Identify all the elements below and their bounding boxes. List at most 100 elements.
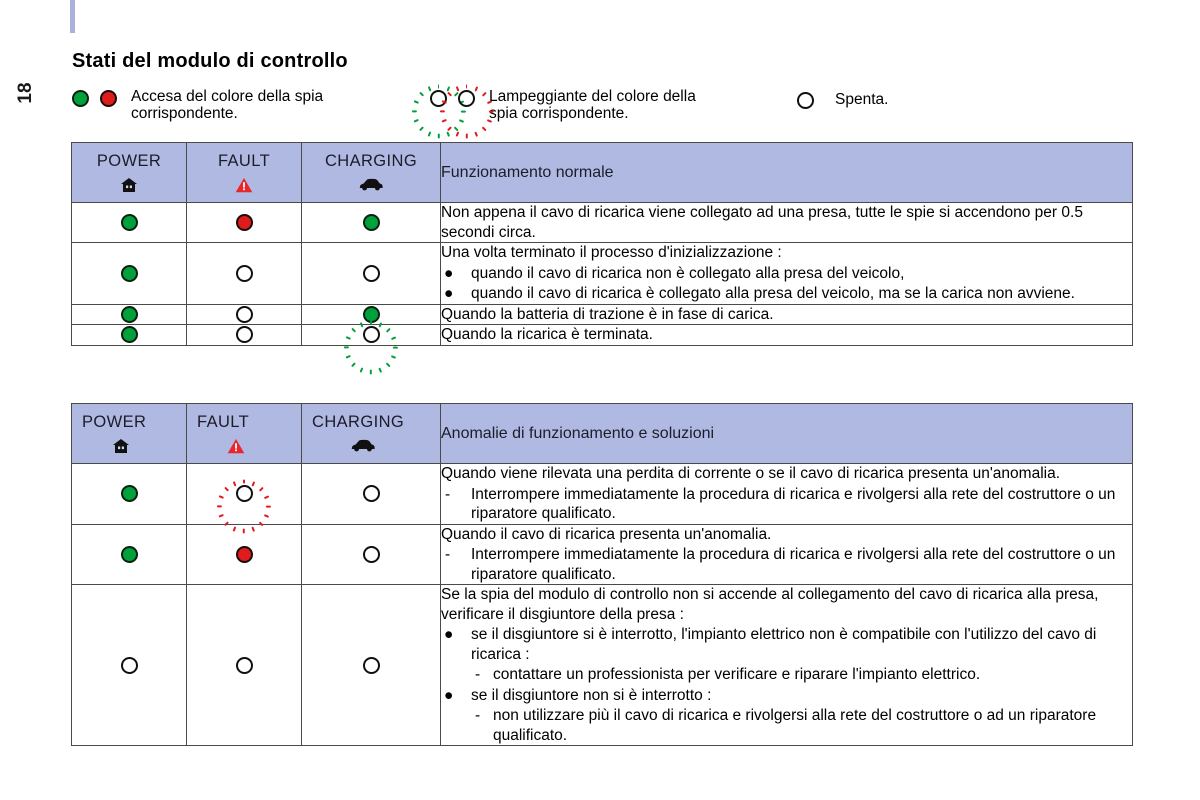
state-indicator-charging: [302, 545, 440, 563]
lamp-bulb: [362, 264, 380, 282]
bullet-text: Interrompere immediatamente la procedura…: [471, 546, 1116, 583]
header-cell-charging: CHARGING: [301, 403, 441, 464]
lamp-off: [362, 545, 380, 563]
legend-item-flashing: Lampeggiante del colore della spia corri…: [411, 84, 696, 139]
bullet-text: se il disgiuntore non si è interrotto :: [471, 686, 712, 704]
description-bullet: - contattare un professionista per verifi…: [441, 665, 1132, 685]
state-indicator-fault: [187, 479, 301, 534]
bullet-marker-icon: ●: [444, 686, 454, 704]
legend-lamps-steady: [72, 88, 117, 107]
state-cell-power: [71, 303, 187, 325]
state-cell-fault: [186, 303, 302, 325]
lamp-bulb: [362, 545, 380, 563]
bullet-text: se il disgiuntore si è interrotto, l'imp…: [471, 626, 1097, 663]
legend-lamps-flashing: [411, 84, 494, 139]
lamp-off: [235, 326, 253, 344]
state-cell-power: [71, 202, 187, 243]
state-indicator-charging: [302, 264, 440, 282]
lamp-bulb: [235, 305, 253, 323]
lamp-off: [362, 656, 380, 674]
lamp-red: [235, 214, 253, 231]
lamp-bulb: [72, 90, 89, 107]
header-cell-fault: FAULT: [186, 142, 302, 203]
state-indicator-charging: [302, 320, 440, 375]
lamp-green: [120, 264, 138, 282]
state-cell-fault: [186, 463, 302, 534]
lamp-bulb: [120, 264, 138, 282]
header-label-charging: CHARGING: [324, 152, 418, 170]
header-cell-charging: CHARGING: [301, 142, 441, 203]
car-icon: [312, 438, 436, 455]
bullet-marker-icon: ●: [444, 264, 454, 282]
lamp-green: [120, 214, 138, 231]
table-row: Se la spia del modulo di controllo non s…: [71, 584, 1133, 746]
lamp-bulb: [235, 326, 253, 344]
lamp-off: [362, 264, 380, 282]
state-indicator-fault: [187, 264, 301, 282]
state-indicator-power: [72, 545, 186, 563]
state-cell-power: [71, 584, 187, 746]
table-header-row: POWER FAULT CH: [71, 403, 1133, 464]
state-cell-charging: [301, 584, 441, 746]
lamp-off: [235, 305, 253, 323]
header-label-power: POWER: [96, 152, 162, 170]
state-cell-charging: [301, 463, 441, 525]
bullet-text: non utilizzare più il cavo di ricarica e…: [493, 707, 1097, 744]
page-title: Stati del modulo di controllo: [72, 50, 348, 72]
bullet-text: quando il cavo di ricarica non è collega…: [471, 264, 905, 282]
description-lead: Se la spia del modulo di controllo non s…: [441, 586, 1099, 623]
bullet-marker-icon: ●: [444, 626, 454, 643]
lamp-bulb: [120, 326, 138, 344]
table-row: Quando il cavo di ricarica presenta un'a…: [71, 523, 1133, 585]
header-cell-fault: FAULT: [186, 403, 302, 464]
state-cell-power: [71, 242, 187, 305]
control-module-fault-states-table: POWER FAULT CHARGING Anomalie di funzion…: [71, 403, 1133, 746]
house-icon: [76, 177, 182, 194]
state-cell-charging: [301, 523, 441, 585]
lamp-green: [120, 485, 138, 503]
state-indicator-power: [72, 326, 186, 344]
house-icon: [82, 438, 182, 455]
description-cell: Se la spia del modulo di controllo non s…: [440, 584, 1133, 746]
header-label-charging: CHARGING: [312, 413, 405, 431]
header-cell-power: POWER: [71, 403, 187, 464]
description-cell: Quando viene rilevata una perdita di cor…: [440, 463, 1133, 525]
description-cell: Una volta terminato il processo d'inizia…: [440, 242, 1133, 305]
bullet-marker-icon: ●: [444, 285, 454, 302]
state-cell-charging: [301, 242, 441, 305]
legend-lamps-off: [797, 90, 814, 109]
description-lead: Non appena il cavo di ricarica viene col…: [441, 204, 1083, 241]
header-cell-description: Funzionamento normale: [440, 142, 1133, 203]
table-row: Quando viene rilevata una perdita di cor…: [71, 463, 1133, 534]
warning-triangle-icon: [191, 177, 297, 194]
lamp-bulb: [235, 214, 253, 231]
legend-label-off: Spenta.: [835, 91, 889, 108]
description-bullet: ● quando il cavo di ricarica è collegato …: [441, 284, 1132, 304]
state-cell-fault: [186, 202, 302, 243]
state-indicator-power: [72, 305, 186, 323]
state-indicator-power: [72, 264, 186, 282]
bullet-text: Interrompere immediatamente la procedura…: [471, 485, 1116, 523]
state-indicator-fault: [187, 305, 301, 323]
bullet-marker-icon: -: [475, 707, 481, 724]
lamp-bulb: [100, 90, 117, 107]
bullet-text: quando il cavo di ricarica è collegato a…: [471, 285, 1075, 302]
lamp-green: [120, 545, 138, 563]
lamp-bulb: [235, 656, 253, 674]
lamp-bulb: [235, 485, 253, 503]
table-body-faults: Quando viene rilevata una perdita di cor…: [71, 463, 1133, 746]
state-indicator-fault: [187, 545, 301, 563]
state-cell-power: [71, 324, 187, 346]
lamp-bulb: [362, 656, 380, 674]
state-indicator-charging: [302, 656, 440, 674]
state-indicator-charging: [302, 214, 440, 231]
bullet-marker-icon: -: [445, 485, 451, 503]
description-bullet: ● quando il cavo di ricarica non è colleg…: [441, 264, 1132, 284]
bullet-text: contattare un professionista per verific…: [493, 666, 981, 683]
lamp-green: [120, 305, 138, 323]
lamp-bulb: [458, 90, 475, 107]
control-module-normal-states-table: POWER FAULT CHARGING Funzionamento norma…: [71, 142, 1133, 375]
description-cell: Non appena il cavo di ricarica viene col…: [440, 202, 1133, 243]
state-cell-fault: [186, 324, 302, 346]
description-lead: Quando la ricarica è terminata.: [441, 326, 653, 343]
